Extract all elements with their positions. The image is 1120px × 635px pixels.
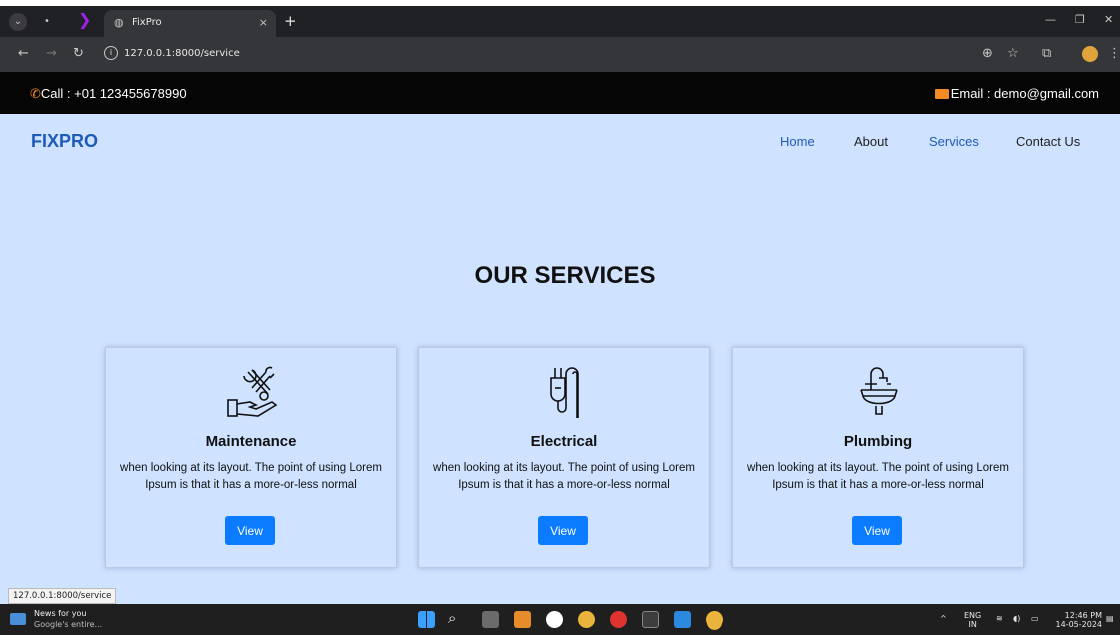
site-logo[interactable]: FIXPRO (31, 131, 98, 152)
browser-toolbar: ← → ↻ i 127.0.0.1:8000/service ⊕ ☆ ⧉ ⋮ (0, 37, 1120, 72)
link-status-tooltip: 127.0.0.1:8000/service (8, 588, 117, 604)
news-widget-icon[interactable] (10, 613, 26, 625)
tools-hand-icon (227, 366, 278, 417)
service-title: Maintenance (205, 433, 297, 450)
call-info: ✆Call : +01 123455678990 (30, 86, 187, 102)
forward-icon[interactable]: → (46, 46, 57, 61)
bookmark-star-icon[interactable]: ☆ (1007, 46, 1019, 61)
language-bottom: IN (968, 620, 977, 629)
address-bar[interactable]: i 127.0.0.1:8000/service (104, 44, 240, 64)
browser-tab[interactable]: ◍ FixPro × (104, 10, 276, 37)
restore-icon[interactable]: ❐ (1075, 13, 1085, 26)
tab-close-icon[interactable]: × (259, 16, 268, 29)
battery-icon[interactable]: ▭ (1031, 614, 1039, 623)
service-title: Plumbing (843, 433, 913, 450)
call-text: Call : +01 123455678990 (40, 86, 187, 101)
nav-home-link[interactable]: Home (780, 134, 815, 149)
extensions-icon[interactable]: ⧉ (1042, 46, 1051, 61)
task-view-icon[interactable] (482, 611, 499, 628)
service-description: when looking at its layout. The point of… (747, 462, 1009, 491)
os-taskbar: News for you Google's entire... ⌕ ^ ENG … (0, 604, 1120, 635)
profile-avatar[interactable] (1082, 46, 1098, 62)
news-widget-title[interactable]: News for you (34, 609, 86, 618)
service-description: when looking at its layout. The point of… (433, 462, 695, 491)
tab-group-icon[interactable]: • (38, 13, 56, 31)
minimize-icon[interactable]: — (1045, 13, 1056, 26)
vscode-icon[interactable] (674, 611, 691, 628)
sink-icon (860, 367, 898, 415)
volume-icon[interactable]: ◖) (1013, 614, 1020, 623)
service-title: Electrical (530, 433, 598, 450)
reload-icon[interactable]: ↻ (73, 46, 84, 61)
tab-search-icon[interactable]: ⌄ (9, 13, 27, 31)
globe-icon: ◍ (114, 16, 124, 29)
tray-overflow-icon[interactable]: ^ (940, 614, 947, 623)
zoom-icon[interactable]: ⊕ (982, 46, 993, 61)
nav-about-link[interactable]: About (854, 134, 888, 149)
chrome-active-icon[interactable] (706, 611, 723, 628)
clock-date: 14-05-2024 (1055, 620, 1103, 629)
search-icon[interactable]: ⌕ (448, 609, 456, 627)
xampp-icon[interactable] (514, 611, 531, 628)
contact-info-bar: ✆Call : +01 123455678990 Email : demo@gm… (0, 72, 1120, 114)
page-title: OUR SERVICES (474, 262, 656, 289)
view-maintenance-button[interactable]: View (225, 516, 275, 545)
wifi-icon[interactable]: ≋ (996, 614, 1003, 623)
clock[interactable]: 12:46 PM 14-05-2024 (1052, 611, 1103, 629)
news-widget-subtitle[interactable]: Google's entire... (34, 620, 102, 629)
windows-start-icon[interactable] (418, 611, 435, 628)
back-icon[interactable]: ← (18, 46, 29, 61)
chrome-icon[interactable] (578, 611, 595, 628)
site-info-icon[interactable]: i (104, 46, 118, 60)
view-electrical-button[interactable]: View (538, 516, 588, 545)
terminal-icon[interactable] (642, 611, 659, 628)
menu-kebab-icon[interactable]: ⋮ (1108, 46, 1120, 61)
nav-contact-link[interactable]: Contact Us (1016, 134, 1080, 149)
browser-tab-bar: ⌄ • ❯ ◍ FixPro × + — ❐ ✕ (0, 0, 1120, 37)
plug-icon (550, 367, 579, 418)
language-top: ENG (964, 611, 982, 620)
language-indicator[interactable]: ENG IN (964, 611, 981, 629)
tab-title: FixPro (132, 17, 162, 28)
nav-services-link[interactable]: Services (929, 134, 979, 149)
phone-icon: ✆ (30, 86, 41, 101)
url-text: 127.0.0.1:8000/service (124, 48, 240, 59)
new-tab-button[interactable]: + (284, 12, 297, 30)
email-info: Email : demo@gmail.com (934, 86, 1099, 101)
service-card-plumbing: Plumbing when looking at its layout. The… (732, 347, 1024, 568)
envelope-icon (934, 89, 949, 99)
service-description: when looking at its layout. The point of… (120, 462, 382, 491)
app-icon[interactable] (546, 611, 563, 628)
service-card-maintenance: Maintenance when looking at its layout. … (105, 347, 397, 568)
opera-icon[interactable] (610, 611, 627, 628)
window-top-border (0, 0, 1120, 6)
window-close-icon[interactable]: ✕ (1104, 13, 1113, 26)
email-text: Email : demo@gmail.com (950, 86, 1099, 101)
profile-arrow-icon[interactable]: ❯ (78, 10, 91, 29)
service-card-electrical: Electrical when looking at its layout. T… (418, 347, 710, 568)
clock-time: 12:46 PM (1064, 611, 1102, 620)
notification-icon[interactable]: ▤ (1106, 614, 1114, 623)
view-plumbing-button[interactable]: View (852, 516, 902, 545)
